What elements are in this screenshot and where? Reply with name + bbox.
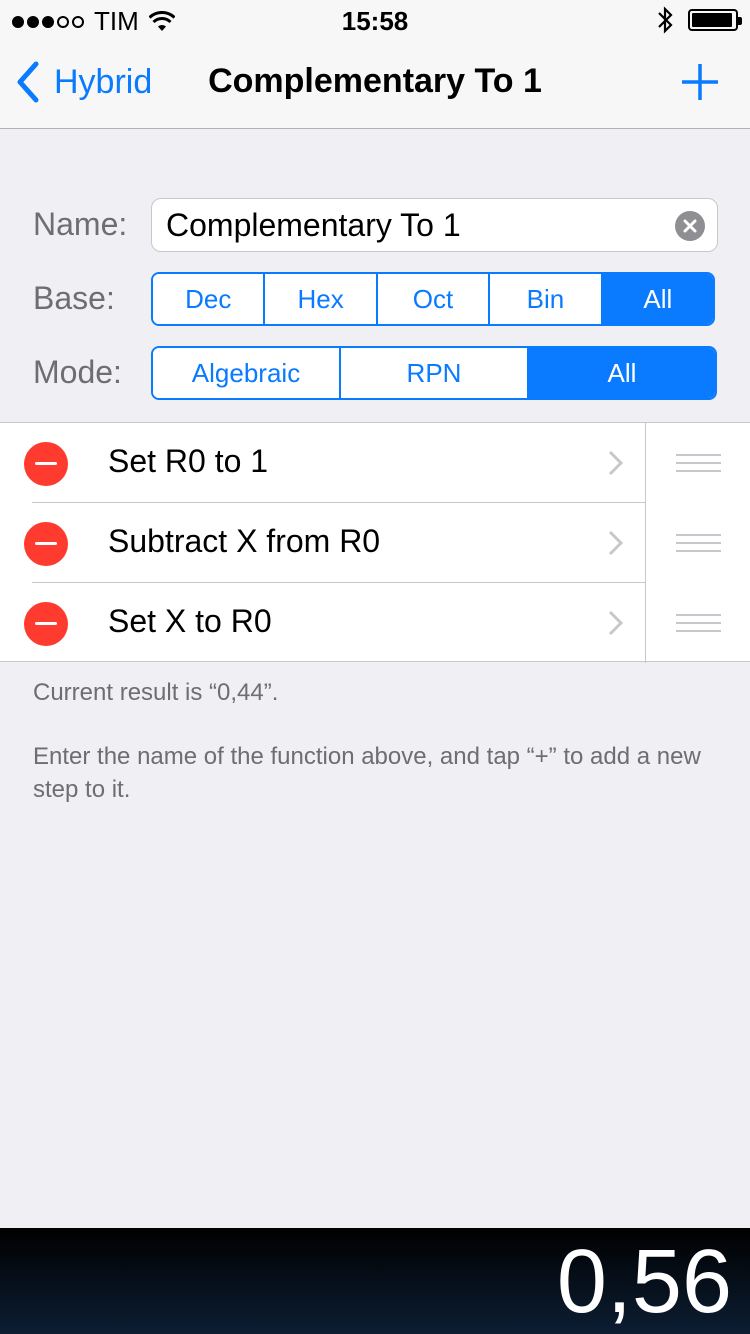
clear-text-button[interactable] [675, 211, 705, 241]
display-value: 0,56 [556, 1232, 732, 1332]
reorder-icon [676, 534, 721, 552]
reorder-handle[interactable] [645, 583, 750, 663]
base-row: Base: Dec Hex Oct Bin All [0, 272, 750, 326]
name-row: Name: Complementary To 1 [0, 198, 750, 252]
hint-text: Enter the name of the function above, an… [33, 743, 701, 803]
step-label: Set X to R0 [108, 603, 272, 639]
clear-icon [683, 219, 697, 233]
mode-option-algebraic[interactable]: Algebraic [153, 348, 341, 398]
list-item[interactable]: Set X to R0 [0, 583, 750, 663]
battery-icon [688, 9, 742, 31]
steps-list: Set R0 to 1 Subtract X from R0 Set X to … [0, 422, 750, 663]
delete-step-button[interactable] [24, 442, 68, 486]
status-time: 15:58 [341, 6, 409, 36]
list-item[interactable]: Subtract X from R0 [0, 503, 750, 583]
chevron-right-icon [608, 610, 624, 636]
status-right [656, 6, 742, 34]
mode-segmented-control[interactable]: Algebraic RPN All [151, 346, 717, 400]
base-option-hex[interactable]: Hex [265, 274, 378, 324]
mode-label: Mode: [33, 354, 122, 390]
delete-step-button[interactable] [24, 602, 68, 646]
back-button-label: Hybrid [54, 62, 153, 101]
base-label: Base: [33, 280, 115, 316]
list-item[interactable]: Set R0 to 1 [0, 423, 750, 503]
base-option-dec[interactable]: Dec [153, 274, 266, 324]
current-result-text: Current result is “0,44”. [33, 679, 279, 706]
step-label: Set R0 to 1 [108, 443, 269, 479]
result-display: 0,56 [0, 1228, 750, 1334]
base-option-all[interactable]: All [602, 274, 713, 324]
mode-row: Mode: Algebraic RPN All [0, 346, 750, 400]
name-label: Name: [33, 206, 128, 242]
back-button[interactable]: Hybrid [14, 60, 152, 104]
plus-icon[interactable] [680, 62, 720, 102]
reorder-handle[interactable] [645, 423, 750, 503]
base-option-bin[interactable]: Bin [490, 274, 603, 324]
base-segmented-control[interactable]: Dec Hex Oct Bin All [151, 272, 715, 326]
reorder-icon [676, 454, 721, 472]
delete-step-button[interactable] [24, 522, 68, 566]
name-input-value[interactable]: Complementary To 1 [166, 207, 461, 244]
mode-option-all[interactable]: All [529, 348, 715, 398]
base-option-oct[interactable]: Oct [377, 274, 491, 324]
status-bar: TIM 15:58 [0, 0, 750, 40]
chevron-right-icon [608, 530, 624, 556]
reorder-icon [676, 614, 721, 632]
bluetooth-icon [658, 6, 673, 34]
chevron-right-icon [608, 450, 624, 476]
step-label: Subtract X from R0 [108, 523, 381, 559]
chevron-left-icon [17, 61, 39, 103]
name-field[interactable]: Complementary To 1 [151, 198, 718, 252]
mode-option-rpn[interactable]: RPN [341, 348, 529, 398]
navigation-bar: Hybrid Complementary To 1 [0, 40, 750, 129]
reorder-handle[interactable] [645, 503, 750, 583]
